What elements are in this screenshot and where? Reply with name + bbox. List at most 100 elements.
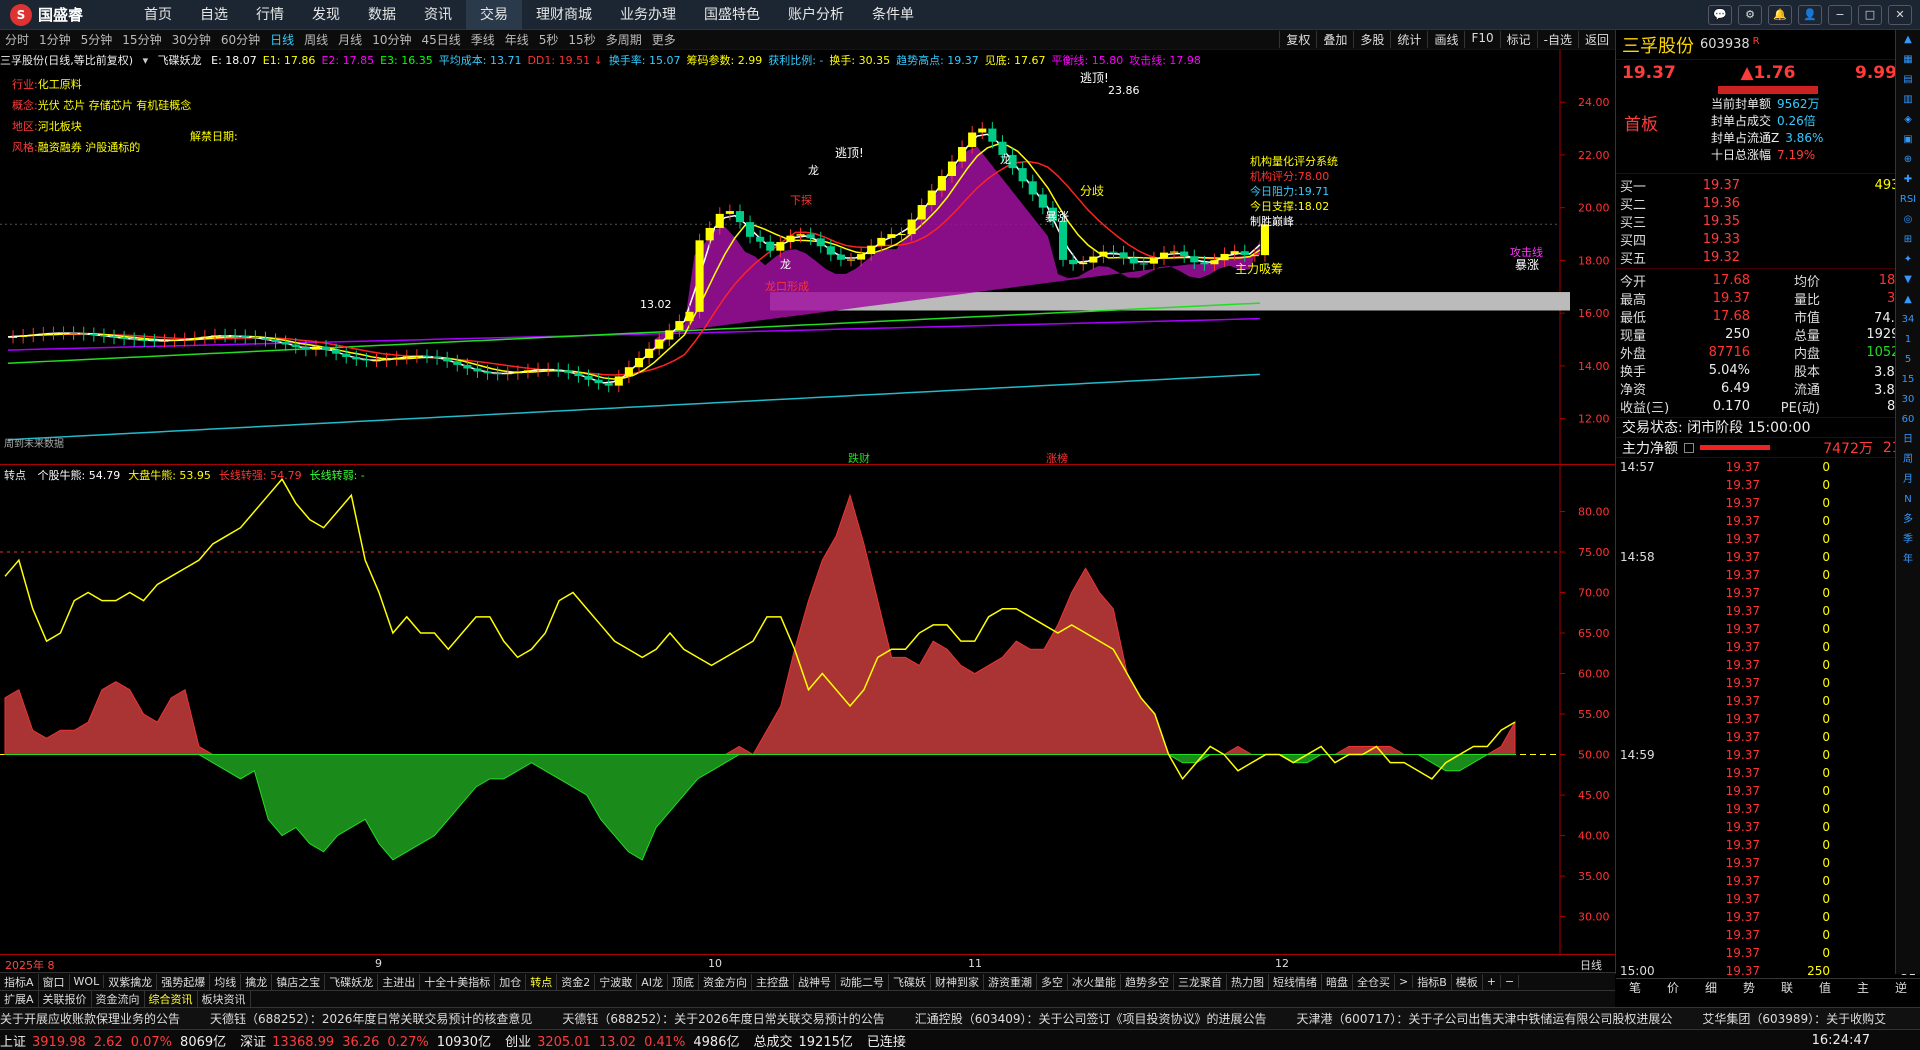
chart-tool-button[interactable]: -自选 (1536, 31, 1578, 48)
indicator-tab[interactable]: 战神号 (794, 973, 836, 990)
side-tool-icon[interactable]: 1 (1896, 330, 1920, 350)
period-tab[interactable]: 多周期 (601, 31, 647, 48)
period-tab[interactable]: 10分钟 (367, 31, 416, 48)
indicator-tab[interactable]: 暗盘 (1322, 973, 1353, 990)
period-label[interactable]: 日线 (1580, 957, 1602, 973)
period-tab[interactable]: 月线 (333, 31, 367, 48)
indicator-tab[interactable]: 三龙聚首 (1174, 973, 1227, 990)
window-control-icon[interactable]: □ (1858, 4, 1882, 25)
period-tab[interactable]: 15分钟 (117, 31, 166, 48)
news-ticker[interactable]: 关于开展应收账款保理业务的公告 天德钰（688252）：2026年度日常关联交易预… (0, 1007, 1920, 1029)
side-tool-icon[interactable]: 多 (1896, 510, 1920, 530)
news-item[interactable]: 天德钰（688252）：关于2026年度日常关联交易预计的公告 (562, 1012, 884, 1026)
indicator-tab[interactable]: 趋势多空 (1121, 973, 1174, 990)
window-control-icon[interactable]: ⚙ (1738, 4, 1762, 25)
chart-tool-button[interactable]: 标记 (1499, 31, 1537, 48)
quote-tab[interactable]: 值 (1806, 979, 1844, 996)
app-logo[interactable]: S 国盛睿 (0, 3, 130, 26)
menu-item[interactable]: 行情 (242, 0, 298, 30)
menu-item[interactable]: 业务办理 (606, 0, 690, 30)
indicator-tab[interactable]: 飞碟妖 (889, 973, 931, 990)
indicator-tab[interactable]: 财神到家 (931, 973, 984, 990)
news-item[interactable]: 天津港（600717）：关于子公司出售天津中铁储运有限公司股权进展公 (1297, 1012, 1673, 1026)
window-control-icon[interactable]: 🔔 (1768, 4, 1792, 25)
period-tab[interactable]: 日线 (265, 31, 299, 48)
period-tab[interactable]: 年线 (500, 31, 534, 48)
indicator-tab[interactable]: 指标A (0, 973, 39, 990)
chart-tool-button[interactable]: 返回 (1577, 31, 1615, 48)
indicator-tab[interactable]: 均线 (210, 973, 242, 990)
indicator-tab[interactable]: 飞碟妖龙 (325, 973, 379, 990)
bid-row[interactable]: 买二 19.3634 (1616, 194, 1920, 213)
bid-row[interactable]: 买五 19.3216 (1616, 248, 1920, 267)
indicator-tab[interactable]: 主控盘 (752, 973, 794, 990)
oscillator-chart[interactable]: 80.00 75.00 70.00 65.00 60.00 55.00 50.00 45.00… (0, 466, 1615, 954)
indicator-tab[interactable]: 指标B (1413, 973, 1452, 990)
sub-tab[interactable]: 板块资讯 (198, 991, 251, 1007)
indicator-tab[interactable]: WOL (70, 975, 105, 988)
indicator-tab[interactable]: > (1395, 975, 1414, 988)
sub-tab[interactable]: 资金流向 (92, 991, 145, 1007)
indicator-tab[interactable]: 模板 (1452, 973, 1483, 990)
side-tool-icon[interactable]: ▼ (1896, 270, 1920, 290)
bid-row[interactable]: 买四 19.334 (1616, 230, 1920, 249)
side-tool-icon[interactable]: 30 (1896, 390, 1920, 410)
indicator-tab[interactable]: + (1483, 975, 1501, 988)
indicator-tab[interactable]: 冰火量能 (1068, 973, 1121, 990)
news-item[interactable]: 关于开展应收账款保理业务的公告 (0, 1012, 180, 1026)
indicator-tab[interactable]: − (1501, 975, 1520, 988)
side-tool-icon[interactable]: 月 (1896, 470, 1920, 490)
side-tool-icon[interactable]: 周 (1896, 450, 1920, 470)
indicator-tab[interactable]: 主进出 (378, 973, 421, 990)
menu-item[interactable]: 资讯 (410, 0, 466, 30)
side-tool-icon[interactable]: ◎ (1896, 210, 1920, 230)
menu-item[interactable]: 条件单 (858, 0, 928, 30)
chart-tool-button[interactable]: 多股 (1353, 31, 1390, 48)
side-tool-icon[interactable]: 34 (1896, 310, 1920, 330)
side-tool-icon[interactable]: ◈ (1896, 110, 1920, 130)
chart-tool-button[interactable]: 统计 (1390, 31, 1427, 48)
indicator-tab[interactable]: 强势起爆 (157, 973, 211, 990)
side-tool-icon[interactable]: ▤ (1896, 70, 1920, 90)
chart-tool-button[interactable]: F10 (1464, 31, 1499, 48)
news-item[interactable]: 天德钰（688252）：2026年度日常关联交易预计的核查意见 (210, 1012, 532, 1026)
indicator-tab[interactable]: 热力图 (1227, 973, 1269, 990)
indicator-dropdown-icon[interactable]: ▾ (143, 54, 149, 67)
side-tool-icon[interactable]: 季 (1896, 530, 1920, 550)
indicator-tab[interactable]: 多空 (1037, 973, 1068, 990)
indicator-tab[interactable]: 全仓买 (1353, 973, 1395, 990)
period-tab[interactable]: 30分钟 (167, 31, 216, 48)
quote-tab[interactable]: 联 (1768, 979, 1806, 996)
chart-tool-button[interactable]: 复权 (1279, 31, 1316, 48)
bid-row[interactable]: 买一 19.3749364 (1616, 176, 1920, 195)
period-tab[interactable]: 5秒 (534, 31, 564, 48)
side-tool-icon[interactable]: ▦ (1896, 50, 1920, 70)
kline-chart[interactable]: 24.00 22.00 20.00 18.00 16.00 14.00 12.00 23.86… (0, 50, 1615, 465)
indicator-tab[interactable]: 游资重潮 (984, 973, 1037, 990)
indicator-tab[interactable]: 窗口 (39, 973, 70, 990)
indicator-tab[interactable]: 宁波敢 (595, 973, 638, 990)
chart-tool-button[interactable]: 叠加 (1316, 31, 1353, 48)
window-control-icon[interactable]: 💬 (1708, 4, 1732, 25)
tick-list[interactable]: 14:57 19.37 0 19.37 0 19.37 0 19.37 0 19.37 0 14:58… (1616, 458, 1920, 978)
period-tab[interactable]: 60分钟 (216, 31, 265, 48)
side-tool-icon[interactable]: RSI (1896, 190, 1920, 210)
quote-tab[interactable]: 主 (1844, 979, 1882, 996)
menu-item[interactable]: 发现 (298, 0, 354, 30)
indicator-tab[interactable]: 转点 (526, 973, 558, 990)
side-tool-icon[interactable]: 日 (1896, 430, 1920, 450)
side-tool-icon[interactable]: ▲ (1896, 30, 1920, 50)
side-tool-icon[interactable]: ▲ (1896, 290, 1920, 310)
quote-tab[interactable]: 势 (1730, 979, 1768, 996)
indicator-tab[interactable]: 资金2 (557, 973, 596, 990)
period-tab[interactable]: 45日线 (416, 31, 465, 48)
indicator-tab[interactable]: 擒龙 (241, 973, 273, 990)
period-tab[interactable]: 1分钟 (34, 31, 76, 48)
side-tool-icon[interactable]: N (1896, 490, 1920, 510)
menu-item[interactable]: 理财商城 (522, 0, 606, 30)
menu-item[interactable]: 国盛特色 (690, 0, 774, 30)
index-quote[interactable]: 上证 3919.98 2.62 0.07% 8069亿 (0, 1031, 226, 1050)
menu-item[interactable]: 交易 (466, 0, 522, 30)
sub-tab[interactable]: 关联报价 (39, 991, 92, 1007)
quote-tab[interactable]: 逆 (1882, 979, 1920, 996)
